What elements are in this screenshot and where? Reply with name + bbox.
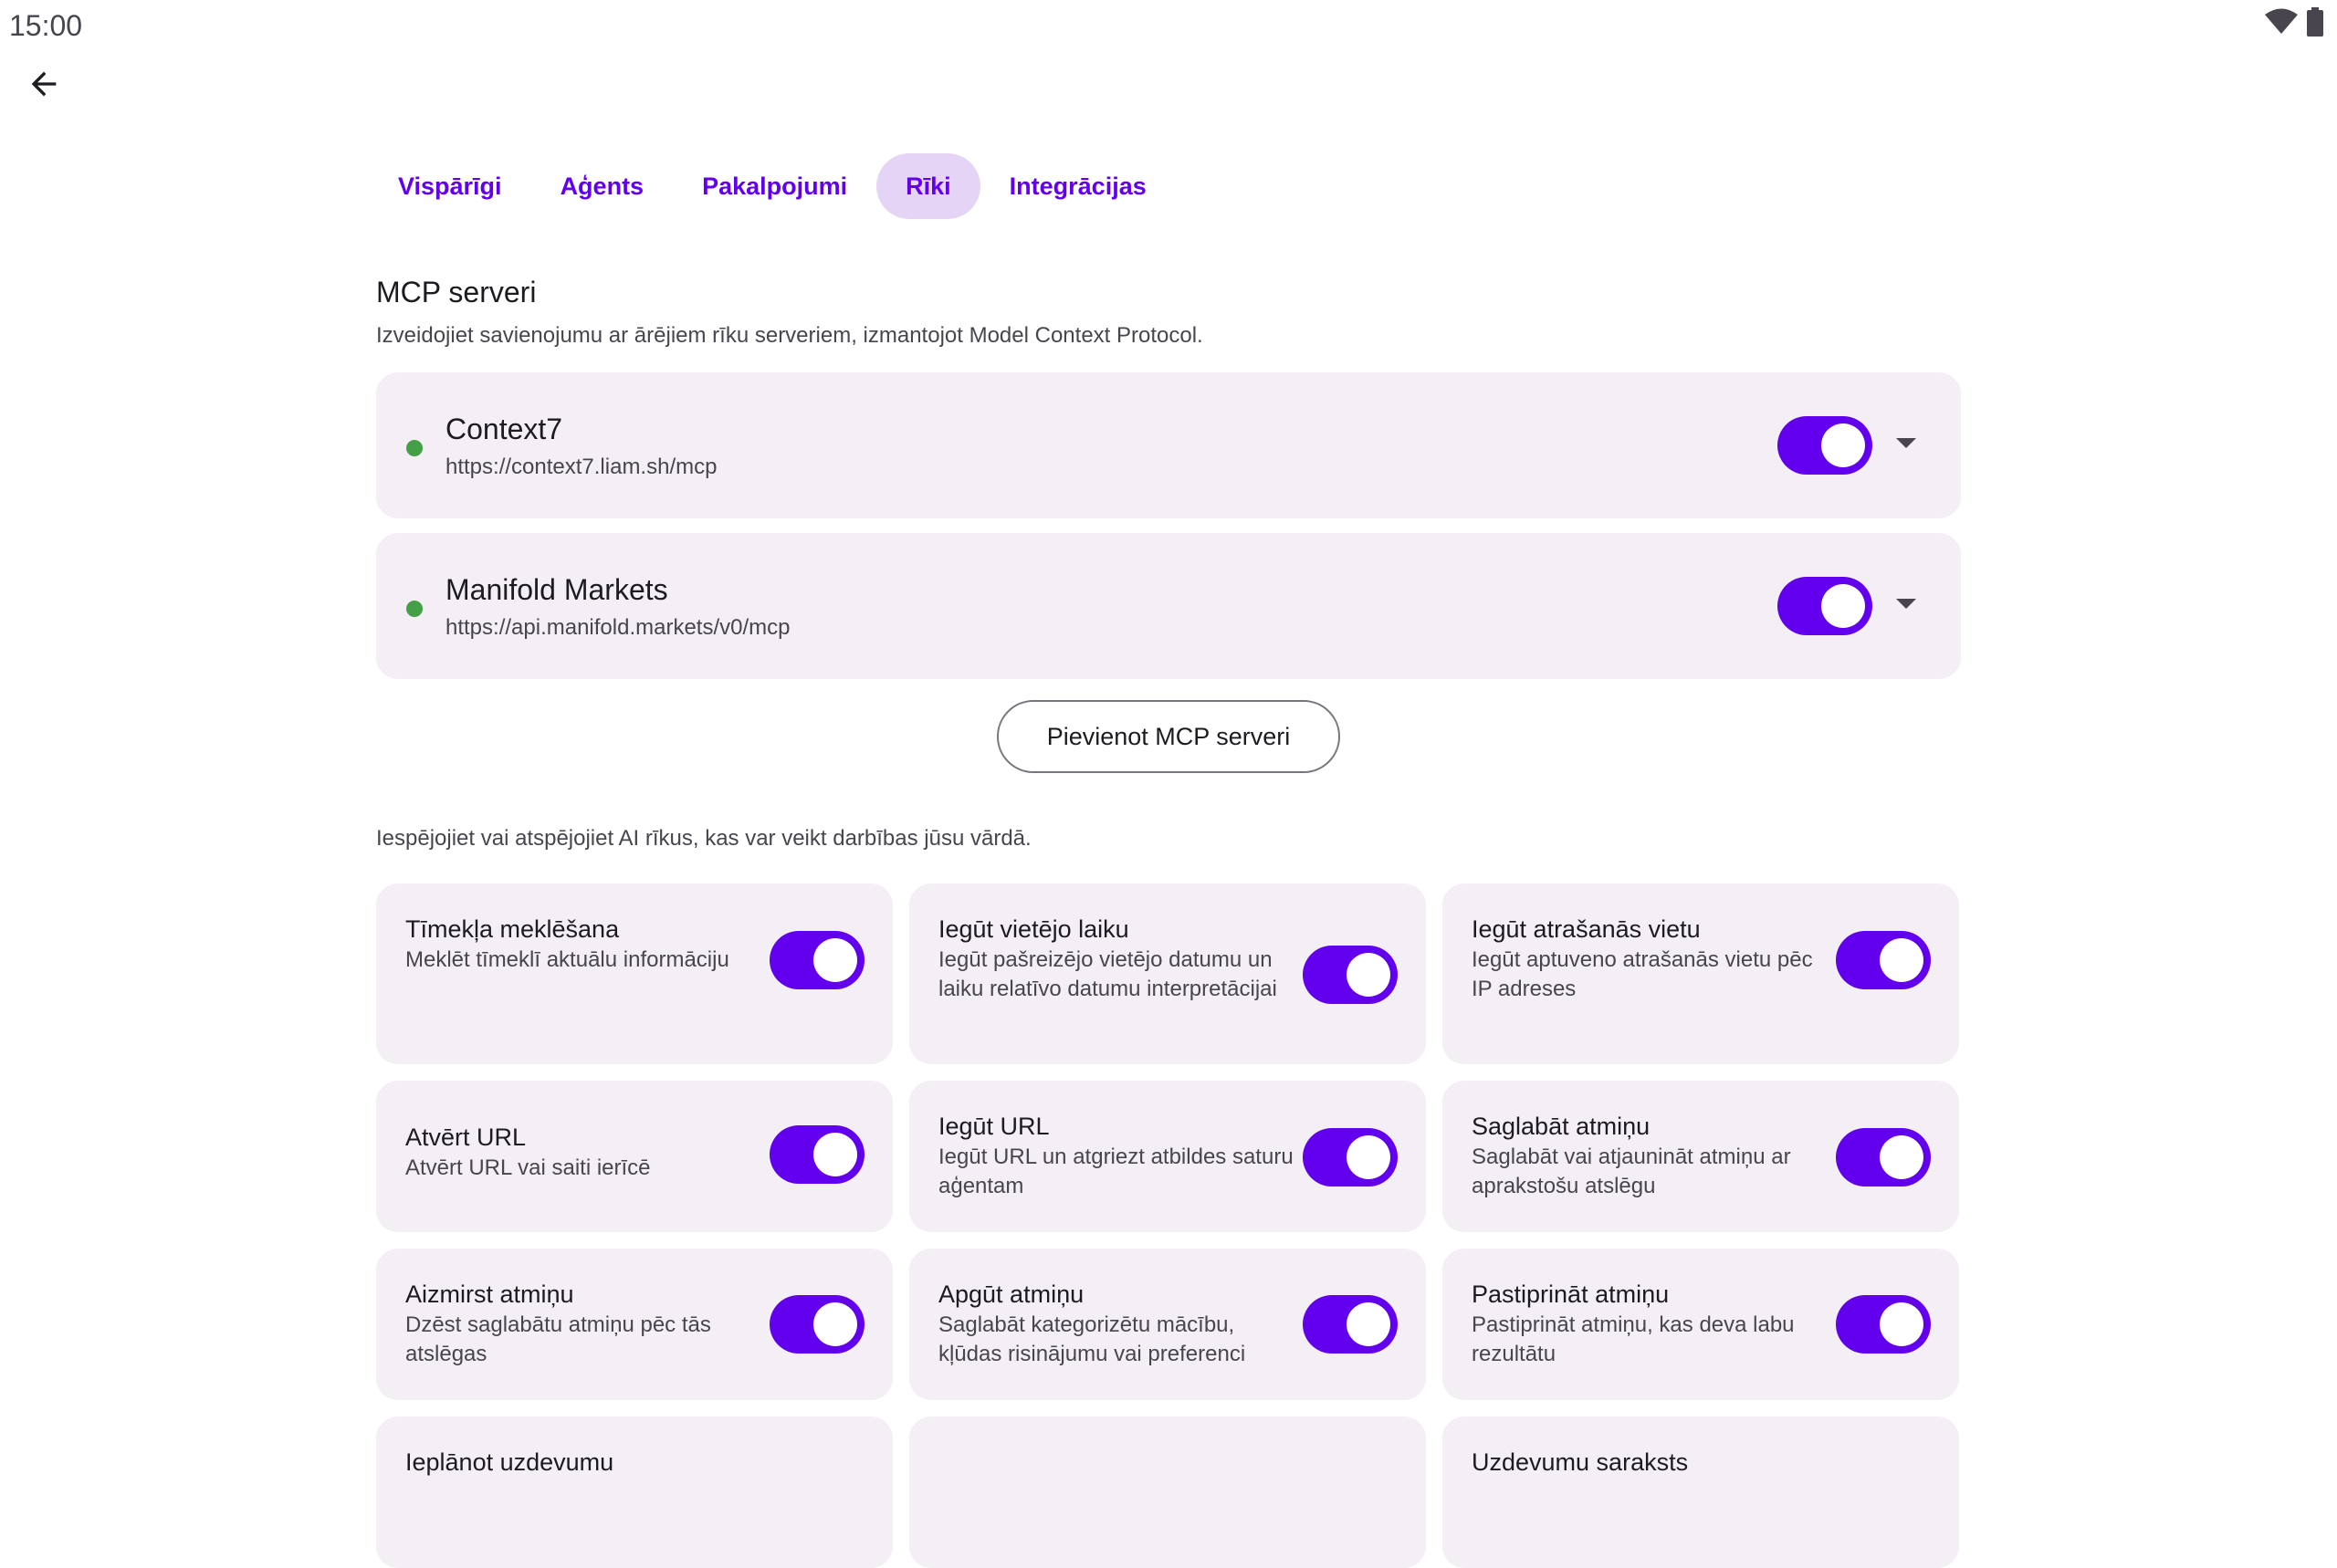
server-toggle[interactable] (1777, 416, 1872, 475)
tool-title: Tīmekļa meklēšana (405, 915, 620, 943)
tools-description: Iespējojiet vai atspējojiet AI rīkus, ka… (376, 826, 1032, 851)
battery-icon (2306, 7, 2324, 41)
tool-description: Saglabāt kategorizētu mācību, kļūdas ris… (938, 1312, 1246, 1366)
tool-card-schedule-task[interactable]: Ieplānot uzdevumu (376, 1416, 893, 1568)
server-url: https://api.manifold.markets/v0/mcp (445, 615, 791, 640)
tool-toggle[interactable] (1836, 1128, 1931, 1186)
tool-title: Ieplānot uzdevumu (405, 1448, 614, 1476)
back-button[interactable] (18, 60, 69, 111)
dropdown-arrow-icon (1896, 437, 1916, 454)
tool-card-forget-memory[interactable]: Aizmirst atmiņu Dzēst saglabātu atmiņu p… (376, 1249, 893, 1400)
tool-title: Iegūt vietējo laiku (938, 915, 1129, 943)
tool-toggle[interactable] (1836, 1295, 1931, 1354)
tool-toggle[interactable] (1303, 1295, 1398, 1354)
tab-agent[interactable]: Aģents (531, 153, 674, 219)
tool-toggle[interactable] (1303, 1128, 1398, 1186)
add-mcp-server-button[interactable]: Pievienot MCP serveri (997, 700, 1340, 773)
server-url: https://context7.liam.sh/mcp (445, 455, 718, 479)
tool-card[interactable] (909, 1416, 1426, 1568)
tab-services[interactable]: Pakalpojumi (673, 153, 876, 219)
tool-card-reinforce-memory[interactable]: Pastiprināt atmiņu Pastiprināt atmiņu, k… (1442, 1249, 1959, 1400)
tool-toggle[interactable] (1303, 946, 1398, 1004)
tool-title: Uzdevumu saraksts (1472, 1448, 1689, 1476)
tool-title: Iegūt URL (938, 1113, 1050, 1140)
tool-description: Dzēst saglabātu atmiņu pēc tās atslēgas (405, 1312, 711, 1366)
tool-title: Pastiprināt atmiņu (1472, 1281, 1670, 1308)
tool-description: Pastiprināt atmiņu, kas deva labu rezult… (1472, 1312, 1795, 1366)
tab-bar: Vispārīgi Aģents Pakalpojumi Rīki Integr… (369, 153, 1176, 219)
tool-toggle[interactable] (1836, 931, 1931, 989)
tool-card-fetch-url[interactable]: Iegūt URL Iegūt URL un atgriezt atbildes… (909, 1081, 1426, 1232)
tool-card-open-url[interactable]: Atvērt URL Atvērt URL vai saiti ierīcē (376, 1081, 893, 1232)
mcp-section-title: MCP serveri (376, 276, 537, 308)
mcp-section-description: Izveidojiet savienojumu ar ārējiem rīku … (376, 323, 1203, 348)
server-toggle[interactable] (1777, 577, 1872, 635)
tool-toggle[interactable] (770, 931, 865, 989)
tool-card-local-time[interactable]: Iegūt vietējo laiku Iegūt pašreizējo vie… (909, 883, 1426, 1064)
tab-tools[interactable]: Rīki (876, 153, 980, 219)
tool-description: Atvērt URL vai saiti ierīcē (405, 1155, 651, 1180)
status-icons (2264, 7, 2324, 41)
status-dot (406, 601, 423, 617)
tool-title: Iegūt atrašanās vietu (1472, 915, 1701, 943)
tab-general[interactable]: Vispārīgi (369, 153, 531, 219)
tool-title: Saglabāt atmiņu (1472, 1113, 1651, 1140)
tool-card-task-list[interactable]: Uzdevumu saraksts (1442, 1416, 1959, 1568)
tab-integrations[interactable]: Integrācijas (980, 153, 1176, 219)
server-name: Manifold Markets (445, 573, 668, 606)
tool-card-learn-memory[interactable]: Apgūt atmiņu Saglabāt kategorizētu mācīb… (909, 1249, 1426, 1400)
mcp-server-card[interactable]: Context7 https://context7.liam.sh/mcp (376, 372, 1961, 518)
tool-description: Iegūt pašreizējo vietējo datumu un laiku… (938, 947, 1277, 1001)
wifi-icon (2264, 8, 2299, 40)
tool-card-web-search[interactable]: Tīmekļa meklēšana Meklēt tīmeklī aktuālu… (376, 883, 893, 1064)
status-time: 15:00 (9, 9, 83, 42)
tool-card-location[interactable]: Iegūt atrašanās vietu Iegūt aptuveno atr… (1442, 883, 1959, 1064)
tool-toggle[interactable] (770, 1295, 865, 1354)
tool-description: Iegūt aptuveno atrašanās vietu pēc IP ad… (1472, 947, 1813, 1001)
tool-title: Apgūt atmiņu (938, 1281, 1085, 1308)
tool-title: Aizmirst atmiņu (405, 1281, 574, 1308)
arrow-back-icon (26, 66, 62, 107)
expand-button[interactable] (1892, 591, 1921, 621)
mcp-server-card[interactable]: Manifold Markets https://api.manifold.ma… (376, 533, 1961, 679)
tool-card-save-memory[interactable]: Saglabāt atmiņu Saglabāt vai atjaunināt … (1442, 1081, 1959, 1232)
status-dot (406, 440, 423, 456)
dropdown-arrow-icon (1896, 598, 1916, 614)
server-name: Context7 (445, 413, 563, 445)
tool-toggle[interactable] (770, 1125, 865, 1184)
tool-title: Atvērt URL (405, 1124, 527, 1151)
tool-description: Iegūt URL un atgriezt atbildes saturu aģ… (938, 1145, 1294, 1198)
expand-button[interactable] (1892, 431, 1921, 460)
tool-description: Meklēt tīmeklī aktuālu informāciju (405, 947, 729, 972)
tool-description: Saglabāt vai atjaunināt atmiņu ar apraks… (1472, 1145, 1791, 1198)
